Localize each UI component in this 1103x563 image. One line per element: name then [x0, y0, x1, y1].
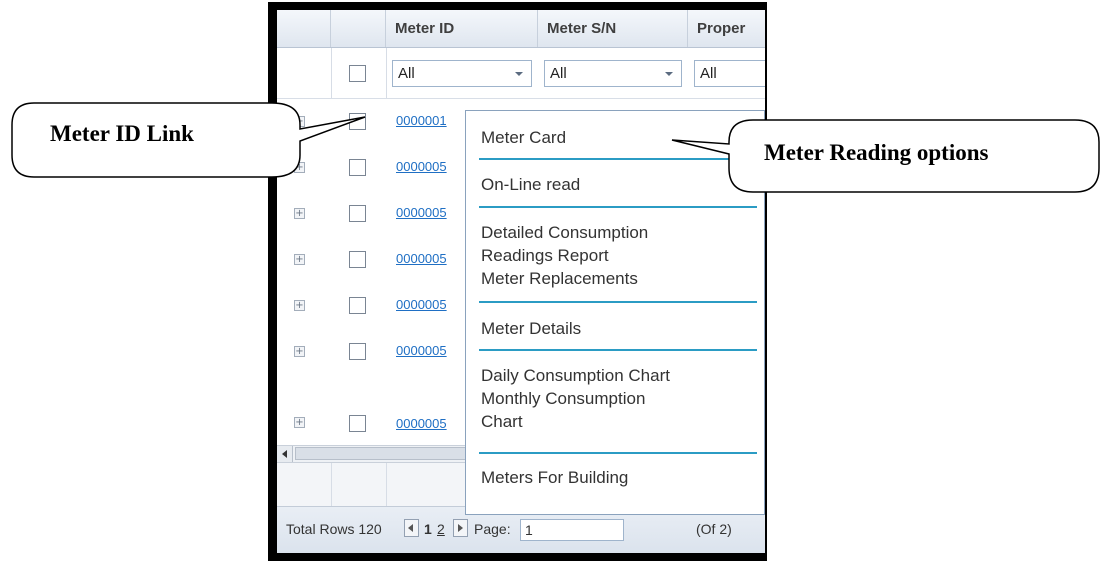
property-filter-value: All	[700, 65, 717, 82]
callout-meter-reading-options: Meter Reading options	[671, 118, 1101, 194]
row-checkbox[interactable]	[349, 251, 366, 268]
menu-item-monthly-consumption-chart[interactable]: Chart	[481, 410, 523, 433]
column-divider	[386, 48, 387, 98]
expand-icon[interactable]: +	[294, 208, 305, 219]
expand-icon[interactable]: +	[294, 346, 305, 357]
header-meter-sn[interactable]: Meter S/N	[538, 10, 688, 47]
total-rows-label: Total Rows 120	[286, 521, 382, 537]
meter-sn-filter[interactable]: All	[544, 60, 682, 87]
menu-separator	[479, 452, 757, 454]
expand-icon[interactable]: +	[294, 300, 305, 311]
page-number-input[interactable]: 1	[520, 519, 624, 541]
select-all-checkbox[interactable]	[349, 65, 366, 82]
chevron-down-icon[interactable]	[665, 72, 673, 76]
meter-id-link[interactable]: 0000001	[396, 113, 447, 128]
callout-meter-id-link: Meter ID Link	[10, 101, 366, 181]
header-expander-col	[277, 10, 331, 47]
column-divider	[386, 463, 387, 506]
meter-id-link[interactable]: 0000005	[396, 159, 447, 174]
menu-item-monthly-consumption[interactable]: Monthly Consumption	[481, 387, 645, 410]
row-checkbox[interactable]	[349, 415, 366, 432]
menu-separator	[479, 158, 757, 160]
expand-icon[interactable]: +	[294, 254, 305, 265]
menu-item-online-read[interactable]: On-Line read	[481, 173, 580, 196]
page-one-link[interactable]: 1	[424, 521, 432, 537]
menu-separator	[479, 206, 757, 208]
menu-item-meter-card[interactable]: Meter Card	[481, 126, 566, 149]
meter-id-filter-value: All	[398, 65, 415, 82]
row-checkbox[interactable]	[349, 205, 366, 222]
row-checkbox[interactable]	[349, 159, 366, 176]
expand-icon[interactable]: +	[294, 417, 305, 428]
scrollbar-thumb[interactable]	[295, 447, 475, 460]
meter-id-link[interactable]: 0000005	[396, 251, 447, 266]
header-select-col	[331, 10, 386, 47]
header-meter-id[interactable]: Meter ID	[386, 10, 538, 47]
menu-item-meter-replacements[interactable]: Meter Replacements	[481, 267, 638, 290]
scroll-left-icon[interactable]	[277, 446, 293, 462]
menu-item-detailed-consumption[interactable]: Detailed Consumption	[481, 221, 648, 244]
menu-item-readings-report[interactable]: Readings Report	[481, 244, 609, 267]
menu-separator	[479, 349, 757, 351]
filter-row: All All All	[277, 48, 765, 99]
column-divider	[331, 463, 332, 506]
meter-id-link[interactable]: 0000005	[396, 416, 447, 431]
page-label: Page:	[474, 521, 511, 537]
row-checkbox[interactable]	[349, 343, 366, 360]
callout-label: Meter Reading options	[764, 140, 989, 165]
chevron-down-icon[interactable]	[515, 72, 523, 76]
grid-header: Meter ID Meter S/N Proper	[277, 10, 765, 48]
prev-page-icon[interactable]	[404, 519, 419, 537]
meter-sn-filter-value: All	[550, 65, 567, 82]
meter-id-link[interactable]: 0000005	[396, 205, 447, 220]
callout-label: Meter ID Link	[50, 121, 194, 146]
meter-id-link[interactable]: 0000005	[396, 343, 447, 358]
header-property[interactable]: Proper	[688, 10, 765, 47]
menu-item-daily-consumption-chart[interactable]: Daily Consumption Chart	[481, 364, 670, 387]
meter-context-menu: Meter Card On-Line read Detailed Consump…	[465, 110, 765, 515]
menu-item-meter-details[interactable]: Meter Details	[481, 317, 581, 340]
page-count-label: (Of 2)	[696, 521, 732, 537]
menu-separator	[479, 301, 757, 303]
next-page-icon[interactable]	[453, 519, 468, 537]
column-divider	[331, 48, 332, 98]
page-two-link[interactable]: 2	[437, 521, 445, 537]
row-checkbox[interactable]	[349, 297, 366, 314]
meter-id-link[interactable]: 0000005	[396, 297, 447, 312]
menu-item-meters-for-building[interactable]: Meters For Building	[481, 466, 628, 489]
property-filter[interactable]: All	[694, 60, 765, 87]
meter-id-filter[interactable]: All	[392, 60, 532, 87]
